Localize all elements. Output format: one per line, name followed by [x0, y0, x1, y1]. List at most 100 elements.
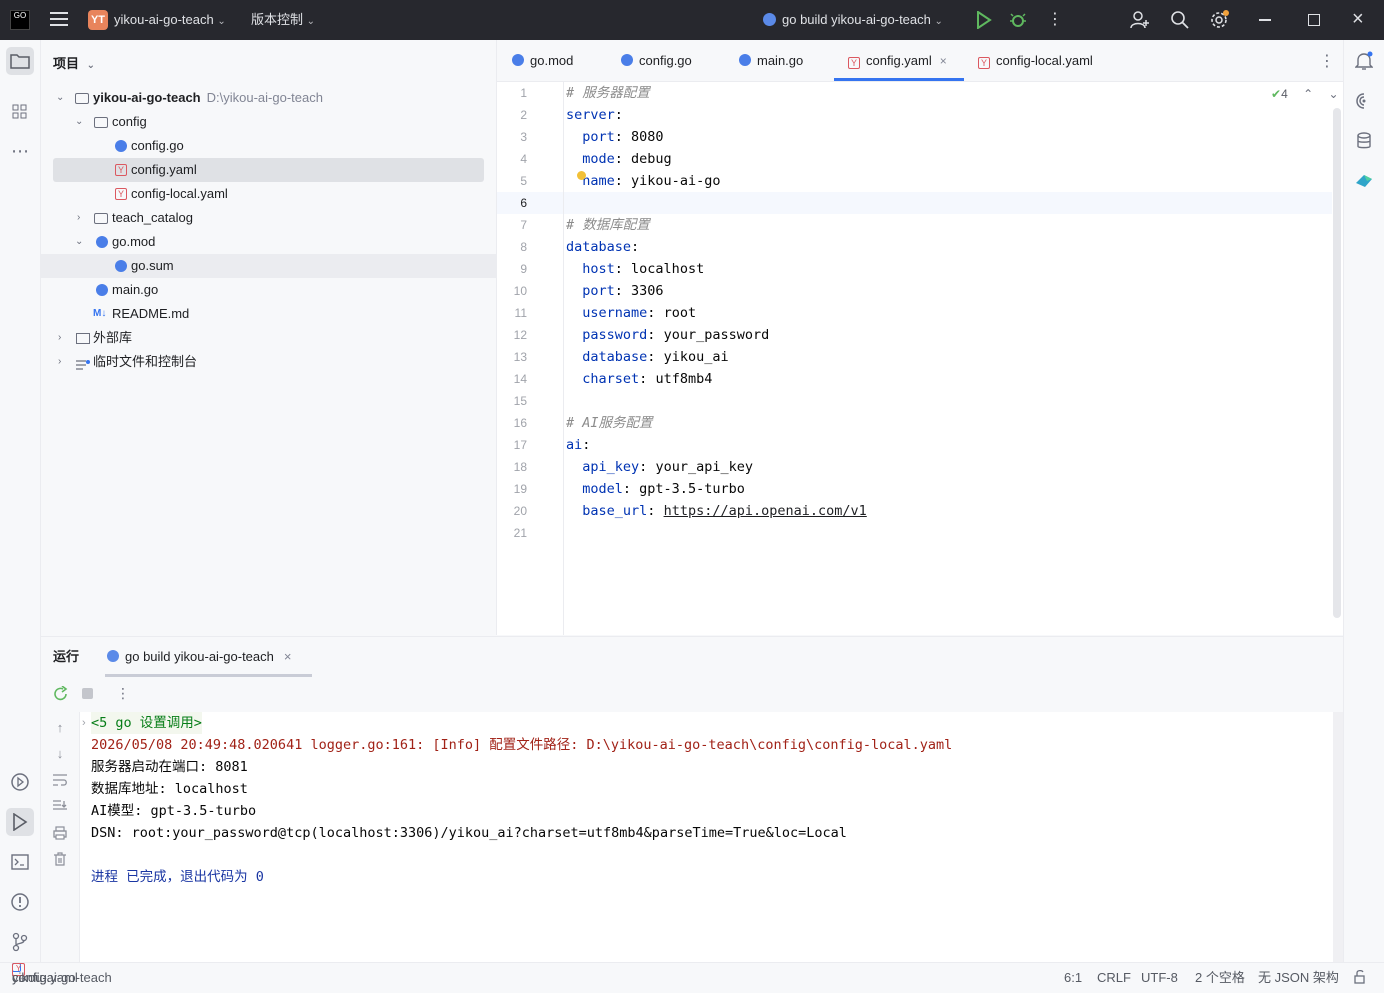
- hamburger-icon[interactable]: [50, 12, 68, 28]
- chevron-down-icon[interactable]: ⌄: [75, 230, 83, 254]
- tab-config-go[interactable]: config.go: [621, 40, 692, 81]
- tree-item-scratches[interactable]: › 临时文件和控制台: [41, 350, 496, 374]
- line-number[interactable]: 14: [497, 368, 527, 390]
- more-icon[interactable]: ⋮: [1047, 10, 1063, 30]
- problems-icon[interactable]: [6, 888, 34, 916]
- more-tools-icon[interactable]: ⋯: [6, 137, 34, 165]
- tree-item-config-go[interactable]: config.go: [41, 134, 496, 158]
- code-line[interactable]: ai:: [566, 434, 590, 456]
- tree-item-root[interactable]: ⌄ yikou-ai-go-teach D:\yikou-ai-go-teach: [41, 86, 496, 110]
- code-line[interactable]: database: yikou_ai: [566, 346, 728, 368]
- tree-item-config[interactable]: ⌄ config: [41, 110, 496, 134]
- line-number[interactable]: 8: [497, 236, 527, 258]
- tree-item-readme[interactable]: M↓ README.md: [41, 302, 496, 326]
- run-icon[interactable]: [976, 10, 992, 32]
- database-icon[interactable]: [1350, 127, 1378, 155]
- line-number[interactable]: 2: [497, 104, 527, 126]
- code-line[interactable]: port: 8080: [566, 126, 663, 148]
- tree-item-go-sum[interactable]: go.sum: [41, 254, 496, 278]
- arrow-up-icon[interactable]: ↑: [51, 720, 69, 738]
- line-number[interactable]: 6: [497, 192, 527, 214]
- rerun-icon[interactable]: [53, 685, 69, 705]
- chevron-right-icon[interactable]: ›: [82, 712, 86, 734]
- project-switcher[interactable]: yikou-ai-go-teach ⌄: [114, 0, 226, 42]
- code-line[interactable]: base_url: https://api.openai.com/v1: [566, 500, 867, 522]
- maximize-icon[interactable]: [1308, 14, 1320, 26]
- chevron-right-icon[interactable]: ›: [58, 326, 61, 350]
- terminal-icon[interactable]: [6, 848, 34, 876]
- ai-assistant-icon[interactable]: [1350, 87, 1378, 115]
- structure-icon[interactable]: [6, 98, 34, 126]
- tab-options-icon[interactable]: ⋮: [1319, 51, 1335, 71]
- close-tab-icon[interactable]: ×: [284, 649, 292, 664]
- notifications-icon[interactable]: [1350, 47, 1378, 75]
- console-output[interactable]: <5 go 设置调用> 2026/05/08 20:49:48.020641 l…: [80, 712, 1333, 962]
- tree-item-external-libraries[interactable]: › 外部库: [41, 326, 496, 350]
- line-number[interactable]: 12: [497, 324, 527, 346]
- project-panel-title[interactable]: 项目 ⌄: [53, 53, 95, 72]
- chevron-down-icon[interactable]: ⌄: [1329, 87, 1339, 101]
- copilot-icon[interactable]: [1350, 167, 1378, 195]
- code-line[interactable]: charset: utf8mb4: [566, 368, 712, 390]
- line-number[interactable]: 9: [497, 258, 527, 280]
- console-scrollbar[interactable]: [1333, 712, 1343, 962]
- chevron-up-icon[interactable]: ⌃: [1303, 87, 1313, 101]
- run-tool-icon[interactable]: [6, 808, 34, 836]
- code-line[interactable]: password: your_password: [566, 324, 769, 346]
- line-number[interactable]: 5: [497, 170, 527, 192]
- close-icon[interactable]: ×: [1352, 8, 1364, 30]
- line-number[interactable]: 4: [497, 148, 527, 170]
- json-schema[interactable]: 无 JSON 架构: [1258, 963, 1339, 993]
- stop-icon[interactable]: [82, 688, 93, 699]
- run-tab[interactable]: go build yikou-ai-go-teach ×: [105, 637, 312, 677]
- code-editor[interactable]: 1 2 3 4 5 6 7 8 9 10 11 12 13 14 15 16 17 18 19 20 21 # 服务器配…: [497, 82, 1343, 635]
- code-line[interactable]: server:: [566, 104, 623, 126]
- code-line[interactable]: name: yikou-ai-go: [566, 170, 720, 192]
- line-number[interactable]: 13: [497, 346, 527, 368]
- close-tab-icon[interactable]: ×: [940, 54, 947, 68]
- code-line[interactable]: database:: [566, 236, 639, 258]
- tree-item-go-mod[interactable]: ⌄ go.mod: [41, 230, 496, 254]
- project-badge[interactable]: YT: [88, 10, 108, 30]
- tab-go-mod[interactable]: go.mod: [512, 40, 573, 81]
- minimize-icon[interactable]: [1259, 19, 1271, 21]
- chevron-down-icon[interactable]: ⌄: [75, 110, 83, 134]
- tree-item-config-yaml[interactable]: Y config.yaml: [53, 158, 484, 182]
- unlock-icon[interactable]: [1354, 963, 1366, 993]
- code-line[interactable]: # AI服务配置: [566, 412, 653, 434]
- line-number[interactable]: 20: [497, 500, 527, 522]
- goland-logo-icon[interactable]: GO: [10, 10, 30, 30]
- chevron-right-icon[interactable]: ›: [58, 350, 61, 374]
- intention-bulb-icon[interactable]: [577, 171, 586, 180]
- more-icon[interactable]: ⋮: [116, 685, 130, 702]
- code-line[interactable]: port: 3306: [566, 280, 663, 302]
- line-number[interactable]: 17: [497, 434, 527, 456]
- line-number[interactable]: 19: [497, 478, 527, 500]
- code-line[interactable]: username: root: [566, 302, 696, 324]
- line-number[interactable]: 15: [497, 390, 527, 412]
- line-number[interactable]: 16: [497, 412, 527, 434]
- line-separator[interactable]: CRLF: [1097, 963, 1131, 993]
- tree-item-teach-catalog[interactable]: › teach_catalog: [41, 206, 496, 230]
- line-number[interactable]: 21: [497, 522, 527, 544]
- chevron-down-icon[interactable]: ⌄: [56, 86, 64, 110]
- chevron-right-icon[interactable]: ›: [77, 206, 80, 230]
- tab-config-local-yaml[interactable]: Yconfig-local.yaml: [978, 40, 1093, 81]
- services-icon[interactable]: [6, 768, 34, 796]
- indent-setting[interactable]: 2 个空格: [1195, 963, 1245, 993]
- soft-wrap-icon[interactable]: [51, 774, 69, 792]
- search-icon[interactable]: [1170, 10, 1190, 33]
- code-line[interactable]: host: localhost: [566, 258, 704, 280]
- line-number[interactable]: 1: [497, 82, 527, 104]
- inspection-widget[interactable]: ✔4 ⌃ ⌄: [1271, 87, 1339, 101]
- tree-item-config-local-yaml[interactable]: Y config-local.yaml: [41, 182, 496, 206]
- cursor-position[interactable]: 6:1: [1064, 963, 1082, 993]
- editor-scrollbar[interactable]: [1333, 108, 1341, 618]
- line-number[interactable]: 18: [497, 456, 527, 478]
- arrow-down-icon[interactable]: ↓: [51, 746, 69, 764]
- tab-main-go[interactable]: main.go: [739, 40, 803, 81]
- file-encoding[interactable]: UTF-8: [1141, 963, 1178, 993]
- line-number[interactable]: 11: [497, 302, 527, 324]
- debug-icon[interactable]: [1009, 10, 1027, 33]
- code-line[interactable]: # 服务器配置: [566, 82, 650, 104]
